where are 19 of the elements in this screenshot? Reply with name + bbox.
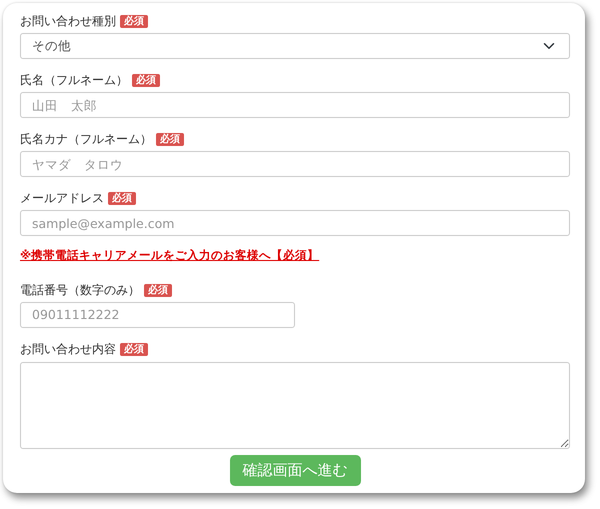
input-field[interactable]: 山田 太郎: [20, 92, 570, 118]
required-badge: 必須: [120, 15, 148, 28]
input-field[interactable]: ヤマダ タロウ: [20, 151, 570, 177]
notice-link[interactable]: ※携帯電話キャリアメールをご入力のお客様へ【必須】: [20, 248, 320, 263]
field-label: お問い合わせ種別: [20, 13, 116, 29]
field-label: 電話番号（数字のみ）: [20, 282, 140, 298]
required-badge: 必須: [132, 74, 160, 87]
field-label: 氏名カナ（フルネーム）: [20, 131, 152, 147]
field-label: メールアドレス: [20, 190, 104, 206]
input-field[interactable]: sample@example.com: [20, 210, 570, 236]
field-label: お問い合わせ内容: [20, 340, 116, 357]
required-badge: 必須: [144, 284, 172, 297]
field-label: 氏名（フルネーム）: [20, 72, 128, 88]
select-field[interactable]: その他: [20, 33, 570, 59]
text-area[interactable]: [20, 362, 570, 449]
required-badge: 必須: [120, 342, 148, 356]
input-field[interactable]: 09011112222: [20, 302, 295, 328]
required-badge: 必須: [156, 133, 184, 146]
required-badge: 必須: [108, 192, 136, 205]
